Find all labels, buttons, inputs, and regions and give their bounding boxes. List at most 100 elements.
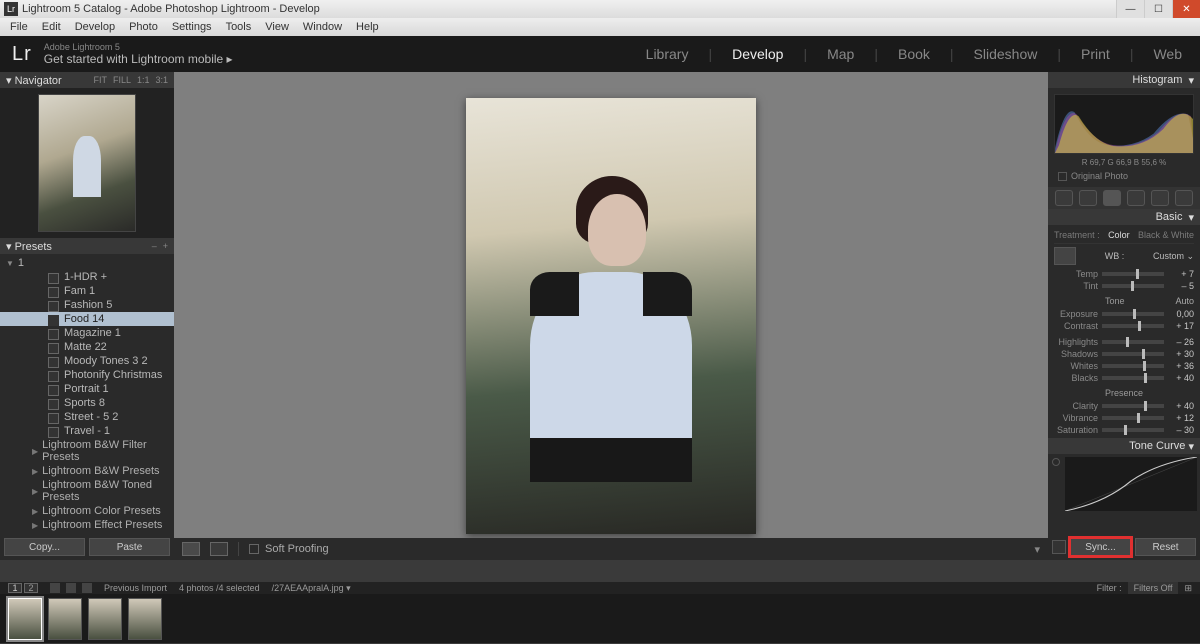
module-develop[interactable]: Develop — [726, 46, 789, 62]
slider-exposure[interactable]: Exposure0,00 — [1054, 308, 1194, 320]
grid-icon[interactable] — [50, 583, 60, 593]
slider-highlights[interactable]: Highlights– 26 — [1054, 336, 1194, 348]
module-print[interactable]: Print — [1075, 46, 1116, 62]
maximize-button[interactable]: ☐ — [1144, 0, 1172, 18]
identity-line2[interactable]: Get started with Lightroom mobile ▸ — [44, 52, 233, 66]
original-photo-toggle[interactable]: Original Photo — [1052, 169, 1196, 183]
menu-tools[interactable]: Tools — [220, 21, 258, 33]
nav-zoom-1:1[interactable]: 1:1 — [137, 75, 150, 85]
loupe-view[interactable] — [174, 72, 1048, 560]
filmstrip-thumb[interactable] — [48, 598, 82, 640]
grid-icon[interactable] — [82, 583, 92, 593]
preset-minus-icon[interactable]: – — [152, 241, 157, 251]
preset-item[interactable]: Portrait 1 — [0, 382, 174, 396]
preset-plus-icon[interactable]: + — [163, 241, 168, 251]
close-button[interactable]: ✕ — [1172, 0, 1200, 18]
preset-folder[interactable]: ▶Lightroom B&W Filter Presets — [0, 438, 174, 464]
slider-vibrance[interactable]: Vibrance+ 12 — [1054, 412, 1194, 424]
module-web[interactable]: Web — [1147, 46, 1188, 62]
module-map[interactable]: Map — [821, 46, 860, 62]
filter-dropdown[interactable]: Filters Off — [1128, 582, 1179, 594]
slider-saturation[interactable]: Saturation– 30 — [1054, 424, 1194, 436]
nav-zoom-FIT[interactable]: FIT — [93, 75, 107, 85]
filmstrip-thumb[interactable] — [8, 598, 42, 640]
filmstrip[interactable] — [0, 594, 1200, 644]
menu-photo[interactable]: Photo — [123, 21, 164, 33]
auto-tone[interactable]: Auto — [1175, 296, 1194, 306]
navigator-header[interactable]: ▾ Navigator FITFILL1:13:1 — [0, 72, 174, 88]
radial-tool[interactable] — [1151, 190, 1169, 206]
slider-shadows[interactable]: Shadows+ 30 — [1054, 348, 1194, 360]
treatment-bw[interactable]: Black & White — [1138, 230, 1194, 240]
grad-tool[interactable] — [1127, 190, 1145, 206]
preset-folder[interactable]: ▶Lightroom Effect Presets — [0, 518, 174, 532]
module-slideshow[interactable]: Slideshow — [968, 46, 1044, 62]
navigator-preview[interactable] — [0, 88, 174, 238]
redeye-tool[interactable] — [1103, 190, 1121, 206]
preset-item[interactable]: Travel - 1 — [0, 424, 174, 438]
grid-icon[interactable] — [66, 583, 76, 593]
copy-button[interactable]: Copy... — [4, 538, 85, 556]
sync-switch[interactable] — [1052, 540, 1066, 554]
filmstrip-thumb[interactable] — [88, 598, 122, 640]
slider-blacks[interactable]: Blacks+ 40 — [1054, 372, 1194, 384]
filmstrip-thumb[interactable] — [128, 598, 162, 640]
preset-item[interactable]: Magazine 1 — [0, 326, 174, 340]
spot-tool[interactable] — [1079, 190, 1097, 206]
monitor-1[interactable]: 1 — [8, 583, 22, 593]
sync-button[interactable]: Sync... — [1070, 538, 1131, 556]
histogram-header[interactable]: Histogram▾ — [1048, 72, 1200, 88]
menu-view[interactable]: View — [259, 21, 295, 33]
paste-button[interactable]: Paste — [89, 538, 170, 556]
tonecurve-target-icon[interactable] — [1052, 458, 1060, 466]
tonecurve-header[interactable]: Tone Curve ▾ — [1048, 438, 1200, 454]
basic-header[interactable]: Basic▾ — [1048, 209, 1200, 225]
menu-file[interactable]: File — [4, 21, 34, 33]
preset-item[interactable]: Food 14 — [0, 312, 174, 326]
loupe-view-button[interactable] — [182, 542, 200, 556]
preset-item[interactable]: 1-HDR + — [0, 270, 174, 284]
menu-window[interactable]: Window — [297, 21, 348, 33]
current-filename[interactable]: /27AEAApralA.jpg ▾ — [272, 583, 351, 594]
menu-develop[interactable]: Develop — [69, 21, 121, 33]
preset-item[interactable]: Matte 22 — [0, 340, 174, 354]
preset-item[interactable]: Sports 8 — [0, 396, 174, 410]
slider-contrast[interactable]: Contrast+ 17 — [1054, 320, 1194, 332]
nav-zoom-3:1[interactable]: 3:1 — [155, 75, 168, 85]
brush-tool[interactable] — [1175, 190, 1193, 206]
preset-item[interactable]: Fam 1 — [0, 284, 174, 298]
histogram-display[interactable] — [1054, 94, 1194, 154]
previous-import-label[interactable]: Previous Import — [104, 583, 167, 593]
toolbar-chevron-icon[interactable]: ▾ — [1034, 543, 1040, 556]
preset-folder[interactable]: ▶Lightroom B&W Presets — [0, 464, 174, 478]
slider-clarity[interactable]: Clarity+ 40 — [1054, 400, 1194, 412]
tonecurve-graph[interactable] — [1065, 457, 1197, 511]
slider-temp[interactable]: Temp+ 7 — [1054, 268, 1194, 280]
compare-view-button[interactable] — [210, 542, 228, 556]
preset-folder[interactable]: ▶Lightroom B&W Toned Presets — [0, 478, 174, 504]
menu-settings[interactable]: Settings — [166, 21, 218, 33]
preset-item[interactable]: Moody Tones 3 2 — [0, 354, 174, 368]
reset-button[interactable]: Reset — [1135, 538, 1196, 556]
minimize-button[interactable]: — — [1116, 0, 1144, 18]
checkbox-icon[interactable] — [249, 544, 259, 554]
nav-zoom-FILL[interactable]: FILL — [113, 75, 131, 85]
soft-proofing-toggle[interactable]: Soft Proofing — [249, 543, 329, 555]
preset-item[interactable]: Photonify Christmas — [0, 368, 174, 382]
preset-folder[interactable]: ▶Lightroom Color Presets — [0, 504, 174, 518]
crop-tool[interactable] — [1055, 190, 1073, 206]
monitor-2[interactable]: 2 — [24, 583, 38, 593]
filter-lock-icon[interactable]: ⊞ — [1184, 583, 1192, 594]
slider-tint[interactable]: Tint– 5 — [1054, 280, 1194, 292]
checkbox-icon[interactable] — [1058, 172, 1067, 181]
preset-item[interactable]: Fashion 5 — [0, 298, 174, 312]
preset-group[interactable]: ▼1 — [0, 256, 174, 270]
preset-item[interactable]: Street - 5 2 — [0, 410, 174, 424]
menu-edit[interactable]: Edit — [36, 21, 67, 33]
presets-header[interactable]: ▾ Presets –+ — [0, 238, 174, 254]
treatment-color[interactable]: Color — [1108, 230, 1130, 240]
menu-help[interactable]: Help — [350, 21, 385, 33]
module-book[interactable]: Book — [892, 46, 936, 62]
wb-preset[interactable]: Custom ⌄ — [1153, 251, 1194, 262]
slider-whites[interactable]: Whites+ 36 — [1054, 360, 1194, 372]
